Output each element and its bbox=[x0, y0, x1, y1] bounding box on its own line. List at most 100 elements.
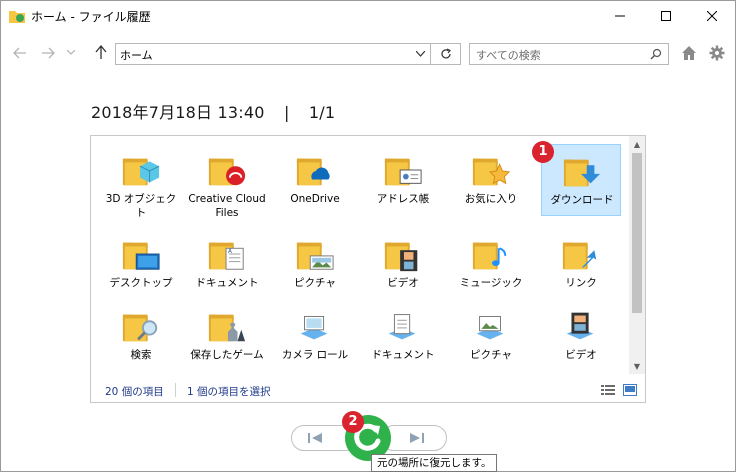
close-icon bbox=[707, 11, 717, 21]
maximize-button[interactable] bbox=[643, 1, 689, 31]
snapshot-separator: | bbox=[283, 103, 290, 122]
file-item-label: お気に入り bbox=[464, 193, 518, 205]
file-item[interactable]: 保存したゲーム bbox=[187, 300, 267, 372]
selection-count: 1 個の項目を選択 bbox=[187, 386, 271, 398]
address-bar[interactable]: ホーム bbox=[115, 43, 461, 65]
documents-library-icon bbox=[388, 314, 416, 340]
downloads-folder-icon bbox=[563, 159, 601, 187]
status-bar: 20 個の項目 1 個の項目を選択 bbox=[91, 378, 645, 402]
address-dropdown-button[interactable] bbox=[412, 44, 428, 64]
file-item-label: ビデオ bbox=[387, 277, 419, 289]
window-title: ホーム - ファイル履歴 bbox=[31, 10, 151, 24]
svg-text:A: A bbox=[228, 249, 232, 255]
home-icon[interactable] bbox=[681, 45, 697, 61]
videos-library-icon bbox=[566, 312, 594, 340]
file-item-label: 3D オブジェクト bbox=[105, 193, 177, 219]
searches-folder-icon bbox=[122, 314, 158, 342]
file-item[interactable]: デスクトップ bbox=[101, 228, 181, 300]
file-item[interactable]: OneDrive bbox=[275, 144, 355, 216]
step-badge-1: 1 bbox=[532, 141, 554, 163]
file-item[interactable]: アドレス帳 bbox=[363, 144, 443, 216]
file-item[interactable]: お気に入り bbox=[451, 144, 531, 216]
arrow-right-icon[interactable] bbox=[41, 47, 55, 59]
arrow-left-icon[interactable] bbox=[13, 47, 27, 59]
file-item-label: ピクチャ bbox=[294, 277, 336, 289]
links-folder-icon bbox=[562, 242, 597, 270]
file-item[interactable]: ピクチャ bbox=[451, 300, 531, 372]
address-text: ホーム bbox=[120, 49, 153, 62]
file-item-label: アドレス帳 bbox=[376, 193, 430, 205]
refresh-button[interactable] bbox=[430, 44, 460, 64]
search-box[interactable]: すべての検索 bbox=[469, 43, 669, 65]
file-item-label: ビデオ bbox=[565, 349, 597, 361]
camera-roll-library-icon bbox=[300, 316, 328, 340]
minimize-button[interactable] bbox=[597, 1, 643, 31]
3d-objects-folder-icon bbox=[122, 158, 160, 186]
file-item-label: リンク bbox=[565, 277, 597, 289]
file-item[interactable]: ビデオ bbox=[541, 300, 621, 372]
favorites-folder-icon bbox=[472, 158, 511, 186]
close-button[interactable] bbox=[689, 1, 735, 31]
file-history-window: ホーム - ファイル履歴 ホーム すべての検索 2018年7月18日 13:40… bbox=[0, 0, 736, 472]
file-item[interactable]: ピクチャ bbox=[275, 228, 355, 300]
file-item-label: ダウンロード bbox=[550, 194, 614, 206]
maximize-icon bbox=[661, 11, 671, 21]
search-placeholder: すべての検索 bbox=[476, 49, 541, 62]
file-item[interactable]: 3D オブジェクト bbox=[101, 144, 181, 219]
step-badge-2: 2 bbox=[342, 411, 364, 433]
file-item[interactable]: 検索 bbox=[101, 300, 181, 372]
restore-tooltip: 元の場所に復元します。 bbox=[371, 454, 498, 472]
file-list-panel: 3D オブジェクト Creative Cloud Files OneDrive アドレ… bbox=[90, 135, 646, 403]
snapshot-heading: 2018年7月18日 13:40 | 1/1 bbox=[91, 99, 335, 123]
gear-icon[interactable] bbox=[709, 45, 725, 61]
item-count: 20 個の項目 bbox=[105, 386, 164, 398]
next-version-icon[interactable] bbox=[409, 431, 425, 445]
file-item-label: OneDrive bbox=[290, 193, 340, 205]
large-icons-view-icon[interactable] bbox=[623, 384, 637, 396]
file-item-label: 検索 bbox=[130, 349, 152, 361]
arrow-up-icon[interactable] bbox=[95, 45, 107, 59]
file-item-label: カメラ ロール bbox=[281, 349, 349, 361]
contacts-folder-icon bbox=[384, 158, 422, 186]
details-view-icon[interactable] bbox=[601, 384, 615, 396]
saved-games-folder-icon bbox=[208, 314, 246, 342]
file-item-label: 保存したゲーム bbox=[190, 349, 264, 361]
onedrive-folder-icon bbox=[296, 158, 330, 186]
music-folder-icon bbox=[472, 242, 507, 270]
scrollbar-thumb[interactable] bbox=[632, 153, 642, 313]
file-item-label: デスクトップ bbox=[109, 277, 173, 289]
pictures-folder-icon bbox=[296, 242, 334, 270]
creative-cloud-folder-icon bbox=[208, 158, 246, 186]
pictures-library-icon bbox=[476, 316, 504, 340]
previous-version-icon[interactable] bbox=[307, 431, 323, 445]
file-item[interactable]: ドキュメント bbox=[363, 300, 443, 372]
file-item-label: ピクチャ bbox=[470, 349, 512, 361]
snapshot-page: 1/1 bbox=[308, 103, 336, 122]
title-bar: ホーム - ファイル履歴 bbox=[1, 1, 735, 31]
recent-dropdown-icon[interactable] bbox=[67, 50, 75, 56]
file-item-label: ミュージック bbox=[459, 277, 523, 289]
file-item[interactable]: ビデオ bbox=[363, 228, 443, 300]
scroll-up-arrow[interactable]: ▲ bbox=[629, 136, 645, 152]
file-history-app-icon bbox=[9, 11, 25, 23]
file-grid: 3D オブジェクト Creative Cloud Files OneDrive アドレ… bbox=[91, 136, 631, 376]
file-item[interactable]: A ドキュメント bbox=[187, 228, 267, 300]
desktop-folder-icon bbox=[122, 242, 160, 270]
scroll-down-arrow[interactable]: ▼ bbox=[629, 358, 645, 374]
file-item[interactable]: Creative Cloud Files bbox=[187, 144, 267, 219]
file-item-label: ドキュメント bbox=[371, 349, 435, 361]
file-item[interactable]: ミュージック bbox=[451, 228, 531, 300]
status-divider bbox=[175, 383, 176, 397]
vertical-scrollbar[interactable]: ▲ ▼ bbox=[629, 136, 645, 374]
snapshot-date: 2018年7月18日 13:40 bbox=[91, 103, 265, 122]
file-item-label: ドキュメント bbox=[195, 277, 259, 289]
file-item-label: Creative Cloud Files bbox=[188, 193, 266, 219]
documents-folder-icon: A bbox=[208, 242, 244, 270]
navigation-bar: ホーム すべての検索 bbox=[1, 37, 735, 71]
search-icon bbox=[650, 48, 662, 60]
file-item[interactable]: カメラ ロール bbox=[275, 300, 355, 372]
file-item[interactable]: リンク bbox=[541, 228, 621, 300]
minimize-icon bbox=[615, 15, 625, 17]
videos-folder-icon bbox=[384, 242, 418, 272]
chevron-down-icon bbox=[415, 51, 425, 57]
